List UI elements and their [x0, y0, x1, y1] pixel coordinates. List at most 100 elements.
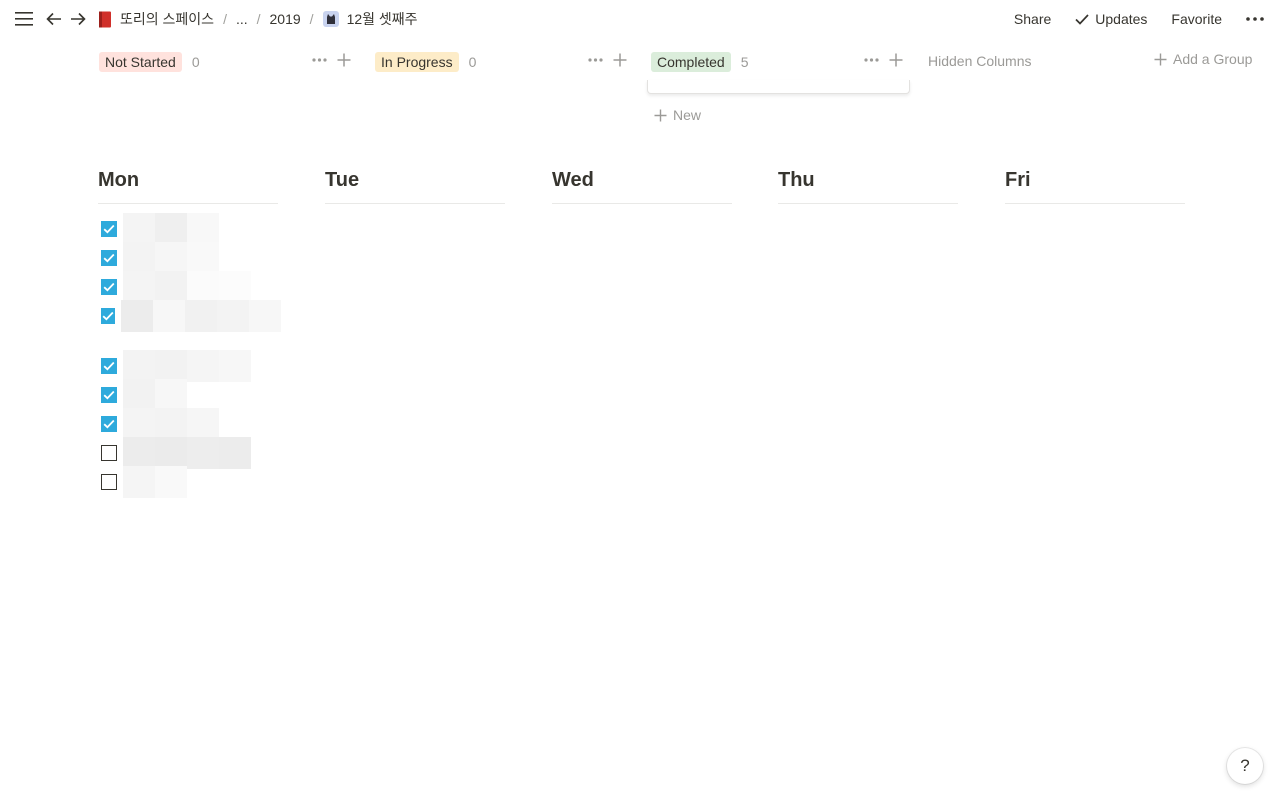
group-add-icon[interactable]: [337, 53, 351, 67]
blur-block: [155, 437, 187, 469]
checkbox-checked[interactable]: [101, 416, 117, 432]
blur-block: [155, 466, 187, 498]
board-group-completed[interactable]: Completed 5: [651, 51, 749, 73]
board-group-in-progress[interactable]: In Progress 0: [375, 51, 476, 73]
group-count: 0: [468, 54, 477, 70]
todo-item: [101, 242, 281, 274]
blur-block: [187, 408, 219, 440]
add-group-button[interactable]: Add a Group: [1154, 51, 1252, 67]
checkbox-unchecked[interactable]: [101, 474, 117, 490]
group-controls: [864, 53, 903, 67]
group-count: 5: [740, 54, 749, 70]
breadcrumb-separator: /: [223, 11, 227, 27]
redacted-todo-text[interactable]: [123, 242, 219, 274]
checkbox-checked[interactable]: [101, 308, 115, 324]
breadcrumb-separator: /: [256, 11, 261, 27]
checkbox-checked[interactable]: [101, 250, 117, 266]
blur-block: [187, 437, 219, 469]
blur-block: [123, 242, 155, 274]
day-heading: Mon: [98, 169, 140, 191]
day-column-mon: Mon: [98, 166, 278, 204]
day-heading: Wed: [552, 169, 594, 191]
forward-arrow-icon[interactable]: [67, 8, 89, 30]
blur-block: [249, 300, 281, 332]
redacted-todo-text[interactable]: [123, 350, 251, 382]
checkbox-unchecked[interactable]: [101, 445, 117, 461]
blur-block: [155, 271, 187, 303]
new-card-button[interactable]: New: [654, 107, 701, 123]
group-add-icon[interactable]: [889, 53, 903, 67]
check-icon: [1075, 13, 1089, 25]
blur-block: [155, 242, 187, 274]
day-column-fri: Fri: [1005, 166, 1185, 204]
blur-block: [217, 300, 249, 332]
redacted-todo-text[interactable]: [123, 271, 251, 303]
day-heading: Tue: [325, 169, 360, 191]
todo-item: [101, 466, 281, 498]
todo-item: [101, 213, 281, 245]
favorite-button[interactable]: Favorite: [1171, 11, 1222, 27]
board-card[interactable]: [647, 80, 910, 94]
todo-item: [101, 271, 281, 303]
top-actions: Share Updates Favorite: [1014, 9, 1264, 29]
breadcrumb: 또리의 스페이스 / ... / 2019 / 12월 셋째주: [98, 9, 418, 29]
group-controls: [588, 53, 627, 67]
blur-block: [123, 213, 155, 245]
group-tag: In Progress: [375, 52, 459, 72]
board-group-not-started[interactable]: Not Started 0: [99, 51, 200, 73]
day-column-thu: Thu: [778, 166, 958, 204]
sidebar-menu-icon[interactable]: [13, 8, 35, 30]
checkbox-checked[interactable]: [101, 387, 117, 403]
redacted-todo-text[interactable]: [123, 379, 187, 411]
blur-block: [123, 271, 155, 303]
checkbox-checked[interactable]: [101, 221, 117, 237]
redacted-todo-text[interactable]: [123, 466, 187, 498]
cat-icon: [322, 11, 339, 27]
hidden-columns-label[interactable]: Hidden Columns: [928, 53, 1032, 69]
blur-block: [123, 350, 155, 382]
group-count: 0: [191, 54, 200, 70]
redacted-todo-text[interactable]: [123, 213, 219, 245]
blur-block: [219, 350, 251, 382]
blur-block: [123, 379, 155, 411]
updates-button[interactable]: Updates: [1075, 11, 1147, 27]
blur-block: [123, 408, 155, 440]
redacted-todo-text[interactable]: [123, 437, 251, 469]
plus-icon: [1154, 53, 1167, 66]
blur-block: [123, 437, 155, 469]
group-more-icon[interactable]: [588, 58, 603, 62]
checkbox-checked[interactable]: [101, 358, 117, 374]
group-more-icon[interactable]: [864, 58, 879, 62]
blur-block: [187, 213, 219, 245]
redacted-todo-text[interactable]: [121, 300, 281, 332]
help-button[interactable]: ?: [1227, 748, 1263, 784]
blur-block: [155, 213, 187, 245]
breadcrumb-ellipsis[interactable]: ...: [236, 11, 248, 27]
blur-block: [219, 271, 251, 303]
breadcrumb-year[interactable]: 2019: [270, 11, 301, 27]
blur-block: [155, 408, 187, 440]
blur-block: [185, 300, 217, 332]
more-options-icon[interactable]: [1246, 17, 1264, 21]
day-heading: Fri: [1005, 169, 1031, 191]
back-arrow-icon[interactable]: [43, 8, 65, 30]
todo-item: [101, 300, 281, 332]
group-add-icon[interactable]: [613, 53, 627, 67]
blur-block: [153, 300, 185, 332]
breadcrumb-separator: /: [309, 11, 314, 27]
share-button[interactable]: Share: [1014, 11, 1051, 27]
book-icon: [98, 11, 112, 28]
top-bar: 또리의 스페이스 / ... / 2019 / 12월 셋째주 Share Up…: [0, 0, 1280, 38]
blur-block: [187, 271, 219, 303]
todo-item: [101, 350, 281, 382]
day-heading: Thu: [778, 169, 815, 191]
group-more-icon[interactable]: [312, 58, 327, 62]
checkbox-checked[interactable]: [101, 279, 117, 295]
breadcrumb-page[interactable]: 12월 셋째주: [322, 9, 418, 29]
group-controls: [312, 53, 351, 67]
todo-item: [101, 408, 281, 440]
breadcrumb-workspace[interactable]: 또리의 스페이스: [98, 9, 214, 29]
blur-block: [155, 379, 187, 411]
blur-block: [155, 350, 187, 382]
redacted-todo-text[interactable]: [123, 408, 219, 440]
